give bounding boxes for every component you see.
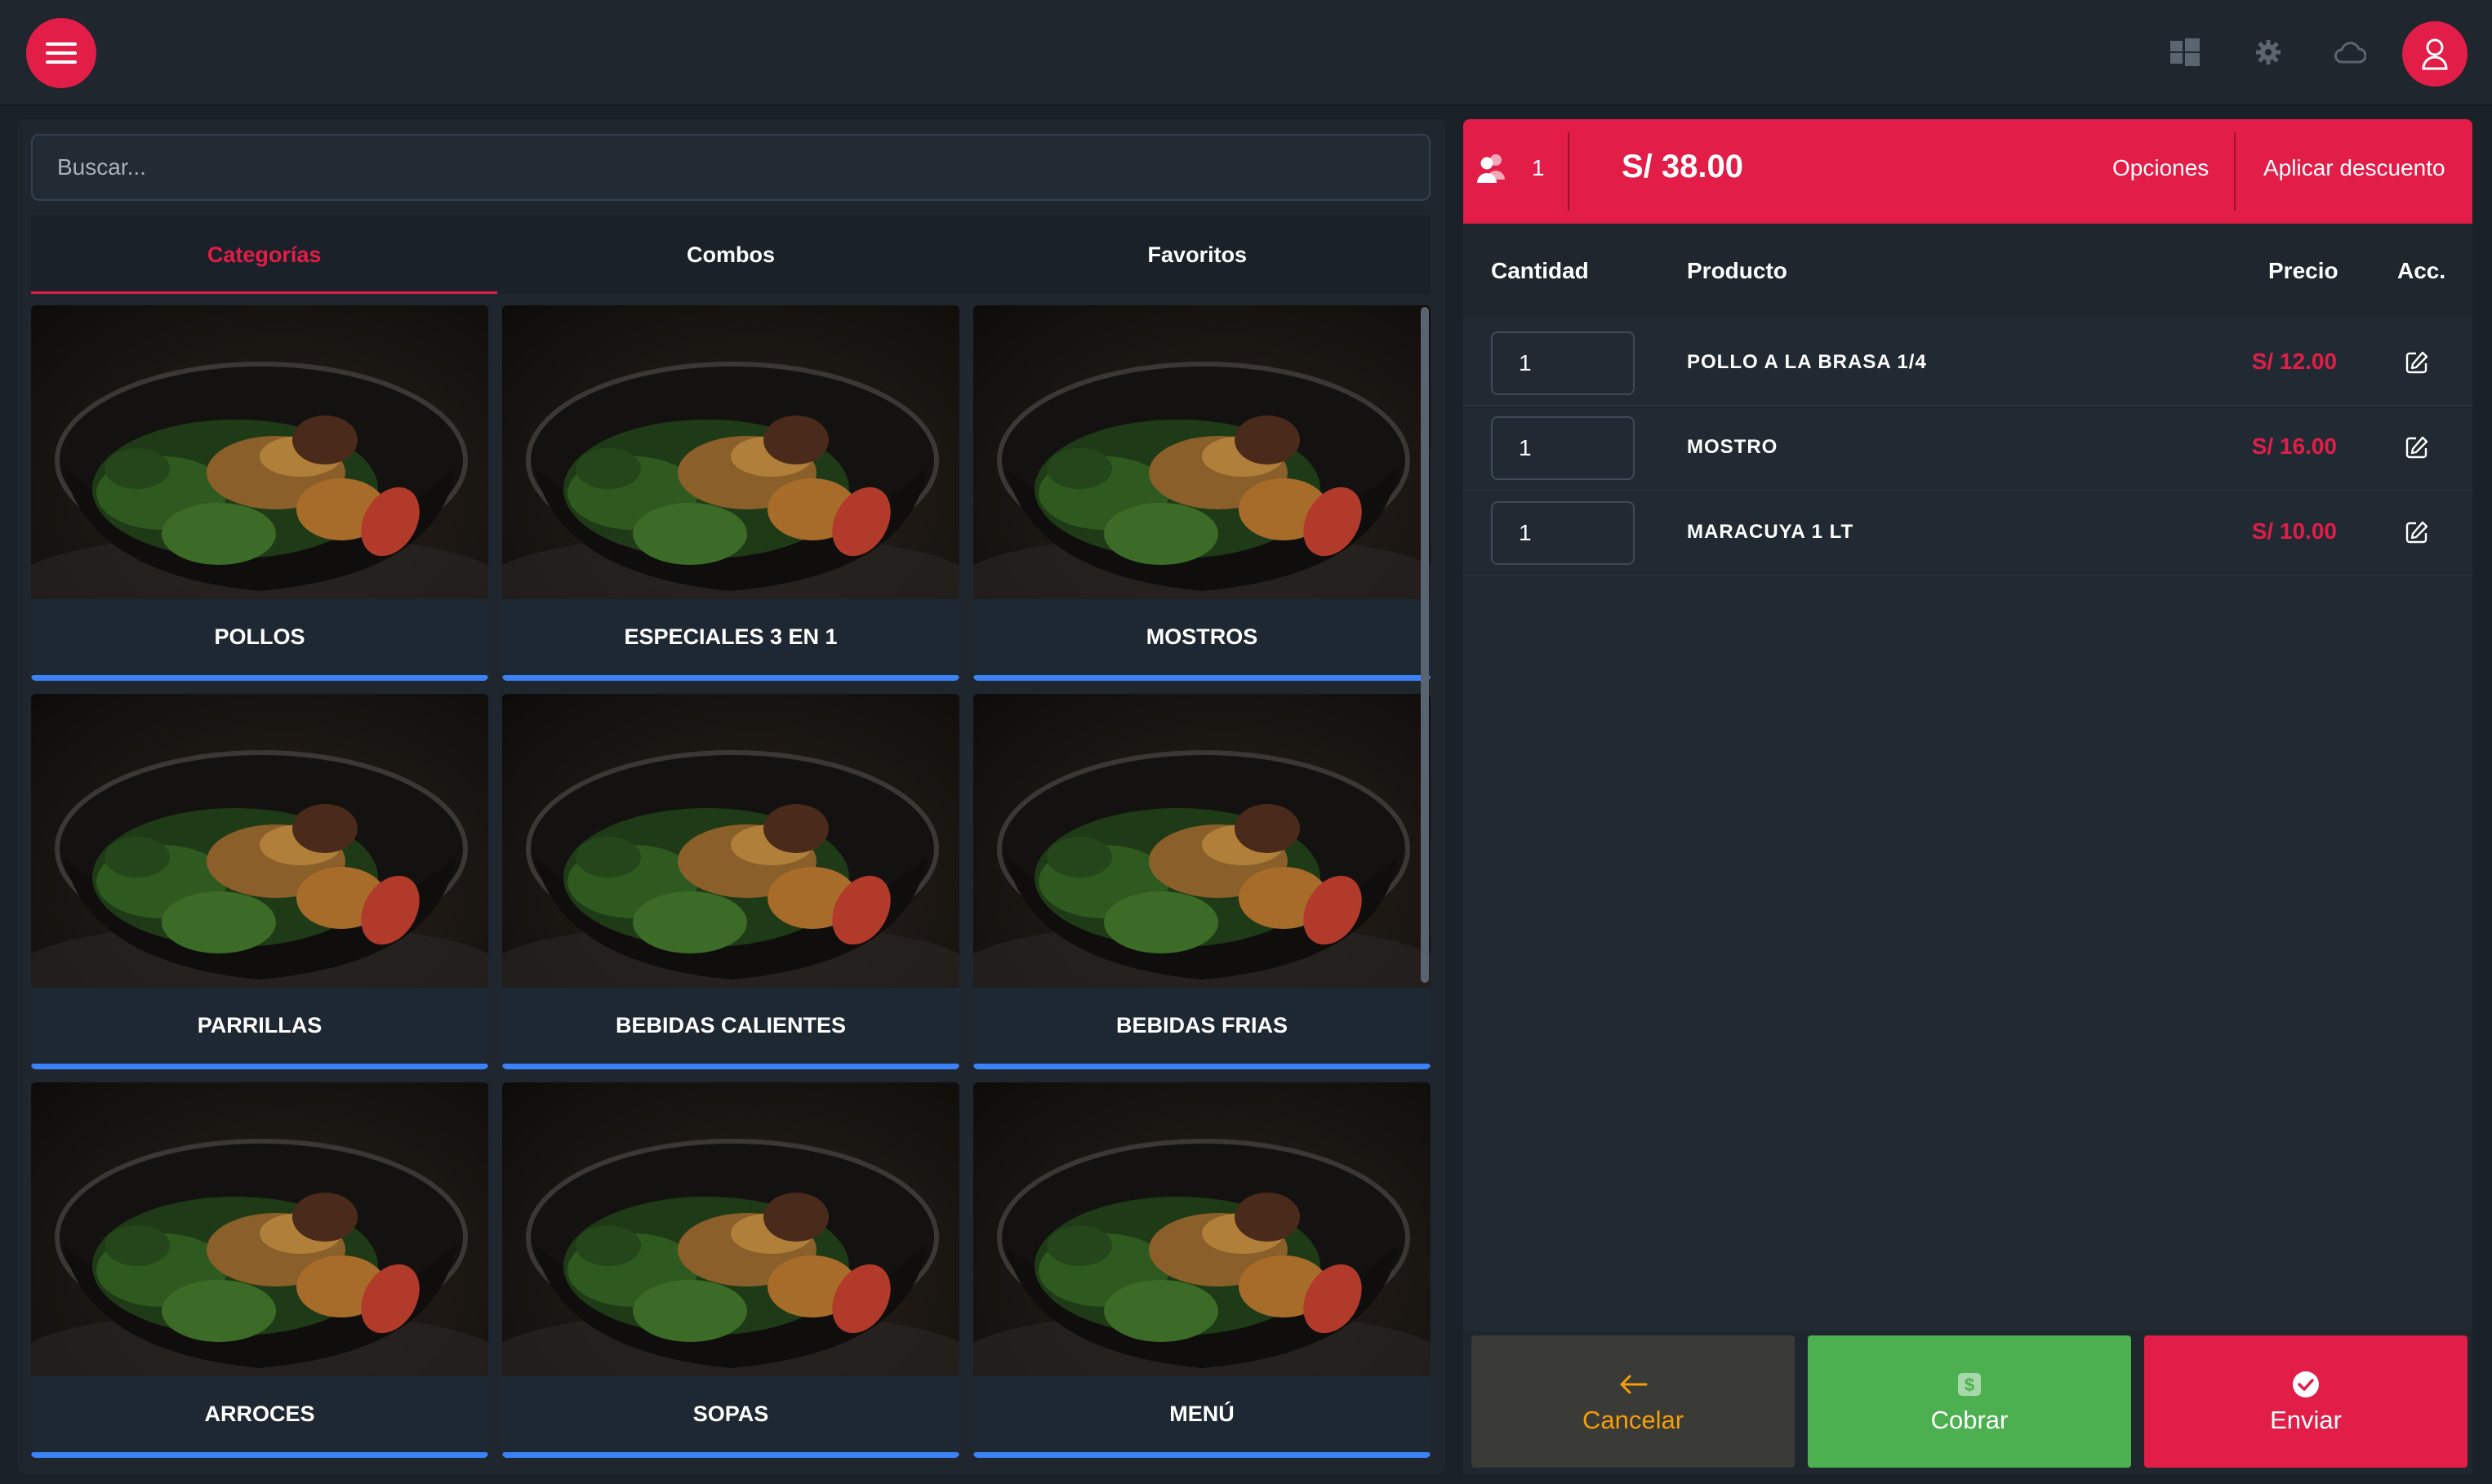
card-underline (973, 1452, 1431, 1458)
cash-icon: $ (1956, 1368, 1982, 1401)
edit-icon[interactable] (2401, 516, 2433, 549)
tab-favoritos[interactable]: Favoritos (964, 215, 1431, 294)
cobrar-label: Cobrar (1930, 1406, 2009, 1434)
user-icon (2422, 38, 2448, 70)
category-label: BEBIDAS FRIAS (973, 988, 1431, 1063)
food-photo (973, 694, 1431, 988)
food-photo (31, 1082, 488, 1376)
quantity-input[interactable] (1491, 331, 1635, 395)
order-row: MARACUYA 1 LT S/ 10.00 (1463, 490, 2472, 575)
order-panel: 1 S/ 38.00 Opciones Aplicar descuento Ca… (1463, 119, 2472, 1474)
tab-combos[interactable]: Combos (497, 215, 963, 294)
food-photo (502, 1082, 959, 1376)
category-tabs: Categorías Combos Favoritos (31, 215, 1431, 294)
card-underline (502, 1452, 959, 1458)
gear-icon[interactable] (2252, 36, 2285, 69)
cobrar-button[interactable]: $ Cobrar (1808, 1335, 2131, 1468)
check-circle-icon (2292, 1368, 2320, 1401)
guest-count-value: 1 (1532, 155, 1545, 180)
card-underline (502, 675, 959, 681)
food-photo (973, 1082, 1431, 1376)
product-price: S/ 10.00 (2251, 518, 2337, 544)
header-divider (1568, 132, 1569, 211)
header-divider (2234, 132, 2236, 211)
category-card-menu[interactable]: MENÚ (973, 1082, 1431, 1458)
edit-icon[interactable] (2401, 431, 2433, 464)
card-underline (973, 1064, 1431, 1069)
user-avatar-button[interactable] (2402, 21, 2468, 87)
card-underline (31, 1064, 488, 1069)
product-name: MARACUYA 1 LT (1687, 521, 1854, 543)
quantity-input[interactable] (1491, 416, 1635, 480)
product-price: S/ 16.00 (2251, 433, 2337, 459)
card-underline (973, 675, 1431, 681)
windows-icon[interactable] (2169, 36, 2201, 69)
food-photo (31, 305, 488, 599)
category-label: ESPECIALES 3 EN 1 (502, 599, 959, 674)
category-card-mostros[interactable]: MOSTROS (973, 305, 1431, 681)
search-input[interactable] (31, 134, 1431, 201)
hamburger-menu-icon (46, 42, 77, 64)
category-card-sopas[interactable]: SOPAS (502, 1082, 959, 1458)
category-card-especiales[interactable]: ESPECIALES 3 EN 1 (502, 305, 959, 681)
order-actions: Cancelar $ Cobrar Enviar (1463, 1331, 2472, 1474)
users-icon (1477, 154, 1505, 183)
cancel-label: Cancelar (1582, 1406, 1684, 1434)
order-total: S/ 38.00 (1622, 149, 1744, 184)
quantity-input[interactable] (1491, 501, 1635, 565)
category-card-parrillas[interactable]: PARRILLAS (31, 694, 488, 1069)
category-card-arroces[interactable]: ARROCES (31, 1082, 488, 1458)
order-header: 1 S/ 38.00 Opciones Aplicar descuento (1463, 119, 2472, 224)
category-card-pollos[interactable]: POLLOS (31, 305, 488, 681)
menu-button[interactable] (26, 18, 96, 88)
card-underline (31, 1452, 488, 1458)
food-photo (502, 305, 959, 599)
card-underline (31, 675, 488, 681)
category-card-bebidas-calientes[interactable]: BEBIDAS CALIENTES (502, 694, 959, 1069)
category-label: BEBIDAS CALIENTES (502, 988, 959, 1063)
card-underline (502, 1064, 959, 1069)
edit-icon[interactable] (2401, 346, 2433, 379)
order-table-header: Cantidad Producto Precio Acc. (1463, 224, 2472, 317)
grid-scrollbar[interactable] (1421, 307, 1429, 983)
col-cantidad: Cantidad (1491, 258, 1589, 283)
arrow-left-icon (1618, 1368, 1648, 1401)
order-row: MOSTRO S/ 16.00 (1463, 405, 2472, 491)
food-photo (973, 305, 1431, 599)
top-bar (0, 0, 2492, 106)
product-price: S/ 12.00 (2251, 349, 2337, 374)
col-acciones: Acc. (2397, 258, 2446, 283)
col-precio: Precio (2268, 258, 2338, 283)
enviar-label: Enviar (2270, 1406, 2342, 1434)
order-row: POLLO A LA BRASA 1/4 S/ 12.00 (1463, 320, 2472, 406)
apply-discount-button[interactable]: Aplicar descuento (2263, 155, 2445, 181)
category-label: POLLOS (31, 599, 488, 674)
tab-categorias[interactable]: Categorías (31, 215, 498, 294)
category-label: SOPAS (502, 1376, 959, 1451)
guest-count[interactable]: 1 (1475, 152, 1545, 184)
food-photo (31, 694, 488, 988)
options-button[interactable]: Opciones (2112, 155, 2209, 181)
category-label: ARROCES (31, 1376, 488, 1451)
category-label: MOSTROS (973, 599, 1431, 674)
food-photo (502, 694, 959, 988)
col-producto: Producto (1687, 258, 1787, 283)
category-card-bebidas-frias[interactable]: BEBIDAS FRIAS (973, 694, 1431, 1069)
category-label: MENÚ (973, 1376, 1431, 1451)
cancel-button[interactable]: Cancelar (1471, 1335, 1795, 1468)
cloud-icon[interactable] (2334, 36, 2366, 69)
category-label: PARRILLAS (31, 988, 488, 1063)
svg-text:$: $ (1965, 1375, 1974, 1395)
enviar-button[interactable]: Enviar (2144, 1335, 2468, 1468)
product-name: POLLO A LA BRASA 1/4 (1687, 351, 1927, 373)
catalog-panel: Categorías Combos Favoritos POLLOS ESPEC… (18, 119, 1445, 1474)
product-name: MOSTRO (1687, 436, 1778, 458)
